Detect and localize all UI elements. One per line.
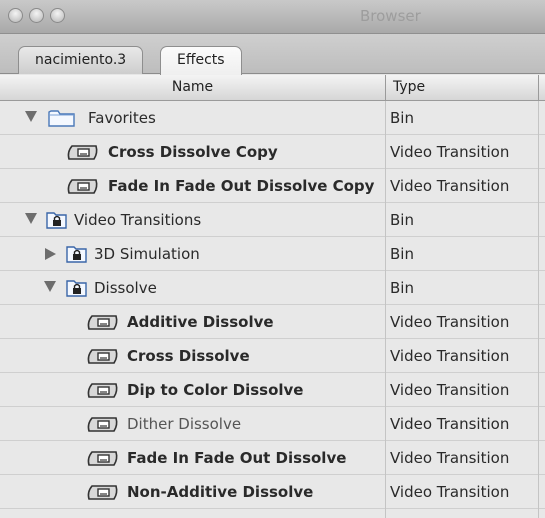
folder-icon — [48, 108, 76, 132]
row-type: Video Transition — [390, 313, 510, 331]
transition-icon — [86, 346, 120, 372]
tab-nacimiento[interactable]: nacimiento.3 — [18, 46, 144, 74]
list-item-fade-in-fade-out-dissolve-copy[interactable]: Fade In Fade Out Dissolve Copy Video Tra… — [0, 169, 545, 203]
row-name: Dip to Color Dissolve — [127, 381, 304, 399]
row-name: Dissolve — [94, 279, 157, 297]
disclosure-triangle-icon[interactable] — [25, 213, 37, 224]
row-type: Video Transition — [390, 143, 510, 161]
tab-effects[interactable]: Effects — [160, 46, 242, 75]
row-type: Video Transition — [390, 415, 510, 433]
disclosure-triangle-icon[interactable] — [44, 281, 56, 292]
row-name: Cross Dissolve — [127, 347, 250, 365]
column-divider-line — [538, 101, 539, 518]
column-divider[interactable] — [385, 75, 386, 101]
row-name: Dither Dissolve — [127, 415, 242, 433]
disclosure-triangle-icon[interactable] — [25, 111, 37, 122]
column-divider-line — [385, 101, 386, 518]
locked-bin-icon — [46, 210, 68, 234]
transition-icon — [86, 482, 120, 508]
row-name: 3D Simulation — [94, 245, 200, 263]
list-item-additive-dissolve[interactable]: Additive Dissolve Video Transition — [0, 305, 545, 339]
list-item-fade-in-fade-out-dissolve[interactable]: Fade In Fade Out Dissolve Video Transiti… — [0, 441, 545, 475]
row-type: Video Transition — [390, 483, 510, 501]
row-name: Fade In Fade Out Dissolve — [127, 449, 347, 467]
window-title: Browser — [360, 7, 421, 25]
title-bar[interactable]: Browser — [0, 0, 545, 34]
row-type: Video Transition — [390, 449, 510, 467]
column-header-name[interactable]: Name — [0, 79, 385, 95]
list-item-non-additive-dissolve[interactable]: Non-Additive Dissolve Video Transition — [0, 475, 545, 509]
disclosure-triangle-icon[interactable] — [45, 248, 56, 260]
row-type: Video Transition — [390, 347, 510, 365]
list-item-cross-dissolve[interactable]: Cross Dissolve Video Transition — [0, 339, 545, 373]
list-item-cross-dissolve-copy[interactable]: Cross Dissolve Copy Video Transition — [0, 135, 545, 169]
list-item-dip-to-color-dissolve[interactable]: Dip to Color Dissolve Video Transition — [0, 373, 545, 407]
list-item-dither-dissolve[interactable]: Dither Dissolve Video Transition — [0, 407, 545, 441]
row-name: Favorites — [88, 109, 156, 127]
transition-icon — [86, 448, 120, 474]
row-type: Video Transition — [390, 177, 510, 195]
column-header: Name Type — [0, 75, 545, 101]
row-name: Additive Dissolve — [127, 313, 274, 331]
transition-icon — [66, 142, 100, 168]
effects-list: Favorites Bin Cross Dissolve Copy Video … — [0, 101, 545, 518]
column-header-type[interactable]: Type — [393, 79, 425, 95]
transition-icon — [86, 380, 120, 406]
row-type: Bin — [390, 109, 414, 127]
transition-icon — [86, 312, 120, 338]
list-item-video-transitions[interactable]: Video Transitions Bin — [0, 203, 545, 237]
row-name: Video Transitions — [74, 211, 202, 229]
column-divider[interactable] — [538, 75, 539, 101]
list-item-favorites[interactable]: Favorites Bin — [0, 101, 545, 135]
row-name: Non-Additive Dissolve — [127, 483, 314, 501]
transition-icon — [66, 176, 100, 202]
row-type: Video Transition — [390, 381, 510, 399]
locked-bin-icon — [66, 244, 88, 268]
row-name: Fade In Fade Out Dissolve Copy — [108, 177, 375, 195]
list-item-dissolve[interactable]: Dissolve Bin — [0, 271, 545, 305]
row-type: Bin — [390, 279, 414, 297]
row-name: Cross Dissolve Copy — [108, 143, 278, 161]
locked-bin-icon — [66, 278, 88, 302]
row-type: Bin — [390, 245, 414, 263]
tab-bar: nacimiento.3 Effects — [0, 34, 545, 75]
row-type: Bin — [390, 211, 414, 229]
list-item-3d-simulation[interactable]: 3D Simulation Bin — [0, 237, 545, 271]
transition-icon — [86, 414, 120, 440]
